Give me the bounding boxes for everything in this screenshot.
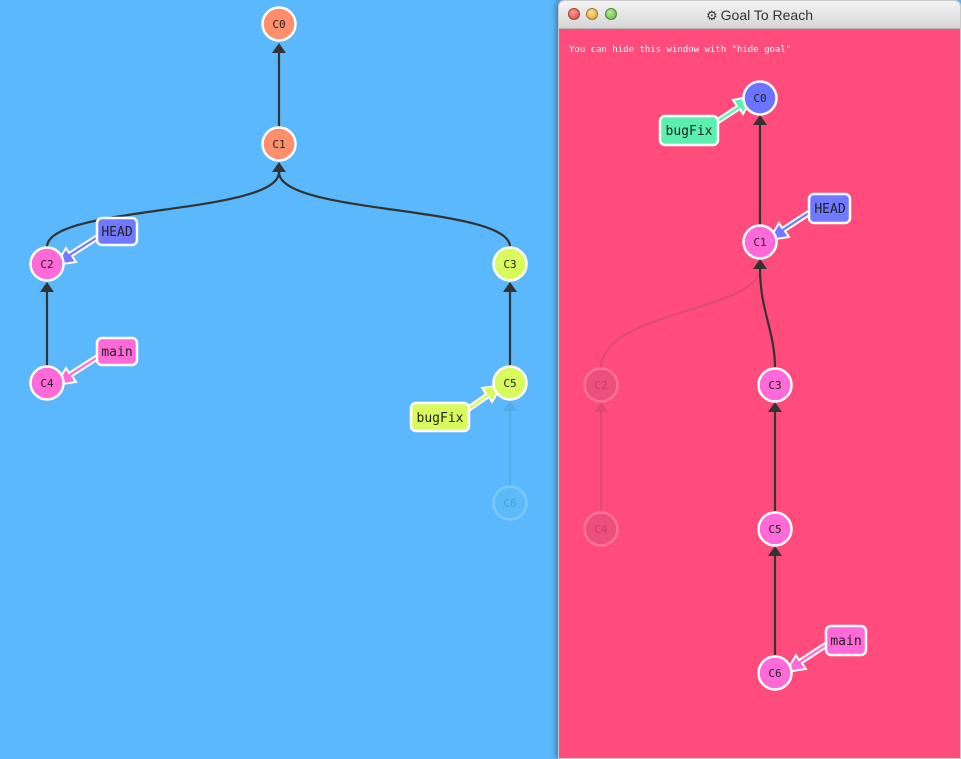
commit-c3[interactable]: C3 [492,246,528,282]
commit-label: C0 [272,18,285,31]
goal-commit-c4[interactable]: C4 [583,511,619,547]
ref-arrows [54,233,504,413]
edge-arrow-c2 [40,282,54,292]
commit-c1[interactable]: C1 [261,126,297,162]
goal-commit-edges [594,115,782,655]
main-ref[interactable]: main [95,336,139,367]
commit-c0[interactable]: C0 [261,6,297,42]
commit-c2[interactable]: C2 [29,246,65,282]
commit-label: C6 [503,497,516,510]
goal-edge-arrow-c5 [768,546,782,556]
goal-bugfix-ref[interactable]: bugFix [658,114,720,147]
goal-main-ref-arrow [784,641,830,674]
main-ref-label: main [101,345,132,360]
commit-label: C5 [503,377,516,390]
goal-edge-arrow-c0 [753,115,767,125]
commit-label: C3 [768,379,781,392]
edge-arrow-c1 [272,162,286,172]
goal-main-ref-label: main [830,634,861,649]
bugfix-ref[interactable]: bugFix [409,401,471,433]
edge-arrow-c5 [503,401,517,411]
commit-label: C3 [503,258,516,271]
goal-commit-c5[interactable]: C5 [757,511,793,547]
goal-edge-c3-c1 [758,267,777,369]
goal-commit-tree: C0 C1 C2 C3 C4 C5 C6 bugFix HEAD main [583,80,868,691]
commit-label: C6 [768,667,781,680]
commit-c5[interactable]: C5 [492,365,528,401]
head-ref[interactable]: HEAD [95,216,139,247]
goal-edge-arrow-c1 [753,259,767,269]
goal-edge-c2-c1 [599,267,762,369]
goal-commit-c0[interactable]: C0 [742,80,778,116]
goal-commit-c1[interactable]: C1 [742,224,778,260]
head-ref-label: HEAD [101,225,132,240]
goal-edge-arrow-c2 [594,402,608,412]
goal-window[interactable]: ⚙ Goal To Reach You can hide this window … [558,0,961,759]
goal-head-ref-label: HEAD [814,202,845,217]
commit-label: C4 [594,523,608,536]
edge-c2-c1 [45,171,281,248]
bugfix-ref-label: bugFix [417,411,464,426]
edge-arrow-c3 [503,282,517,292]
goal-bugfix-ref-label: bugFix [666,124,713,139]
goal-head-ref[interactable]: HEAD [807,192,852,225]
commit-label: C2 [40,258,53,271]
commit-label: C4 [40,377,54,390]
commit-label: C5 [768,523,781,536]
commit-label: C2 [594,379,607,392]
main-commit-tree: C0 C1 C2 C3 C4 C5 C6 HEAD main bugFix [29,6,528,521]
goal-commit-c6[interactable]: C6 [757,655,793,691]
commit-label: C0 [753,92,766,105]
commit-label: C1 [272,138,285,151]
goal-commit-c3[interactable]: C3 [757,367,793,403]
commit-c6[interactable]: C6 [492,485,528,521]
edge-arrow-c0 [272,43,286,53]
goal-edge-arrow-c3 [768,402,782,412]
commit-c4[interactable]: C4 [29,365,65,401]
edge-c3-c1 [277,171,512,248]
goal-commit-c2[interactable]: C2 [583,367,619,403]
commit-label: C1 [753,236,766,249]
goal-main-ref[interactable]: main [824,624,868,657]
